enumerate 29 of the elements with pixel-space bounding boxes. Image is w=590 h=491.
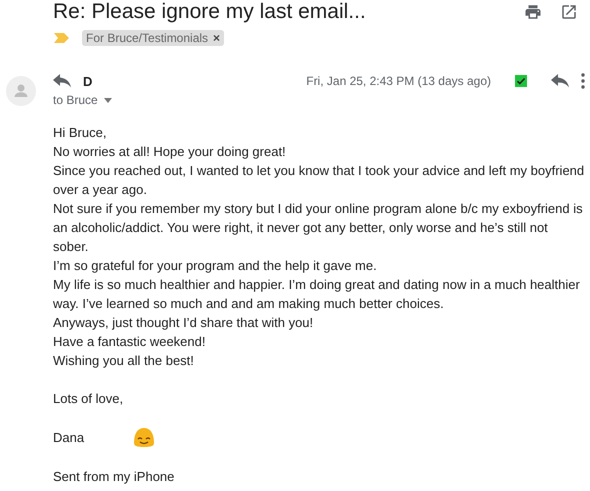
message-text: No worries at all! Hope your doing great! bbox=[53, 143, 287, 161]
message-text: I’m so grateful for your program and the help it gave me. bbox=[53, 257, 378, 275]
signature-name: Dana bbox=[53, 429, 84, 447]
importance-marker-icon[interactable] bbox=[54, 33, 70, 43]
remove-label-button[interactable]: × bbox=[213, 31, 220, 45]
email-subject: Re: Please ignore my last email... bbox=[53, 0, 367, 24]
sender-name: D bbox=[83, 74, 92, 88]
print-icon[interactable] bbox=[524, 3, 542, 21]
message-text: Wishing you all the best! bbox=[53, 352, 195, 370]
label-chip[interactable]: For Bruce/Testimonials × bbox=[82, 30, 224, 46]
message-text: Not sure if you remember my story but I did your online program alone b/c my exboyfriend is an alcoholic/addict. You were right, it never got any better, only worse and he’s still not sober. bbox=[53, 200, 584, 256]
message-text: My life is so much healthier and happier. I’m doing great and dating now in a much healthier way. I’ve learned so much and and am making much better choices. bbox=[53, 276, 581, 313]
label-text: For Bruce/Testimonials bbox=[86, 31, 208, 45]
message-text: Anyways, just thought I’d share that with you! bbox=[53, 314, 314, 332]
reply-button-icon[interactable] bbox=[551, 74, 569, 88]
caret-icon bbox=[104, 98, 112, 102]
recipient-dropdown[interactable]: to Bruce bbox=[53, 93, 112, 107]
message-date: Fri, Jan 25, 2:43 PM (13 days ago) bbox=[306, 74, 491, 88]
message-text: Sent from my iPhone bbox=[53, 468, 176, 486]
message-text: Have a fantastic weekend! bbox=[53, 333, 206, 351]
open-in-new-window-icon[interactable] bbox=[560, 3, 578, 21]
message-text: Since you reached out, I wanted to let you know that I took your advice and left my boyfriend over a year ago. bbox=[53, 162, 585, 199]
checkbox[interactable] bbox=[515, 75, 527, 87]
avatar-icon bbox=[6, 76, 36, 106]
message-text: Lots of love, bbox=[53, 390, 124, 408]
more-options-icon[interactable] bbox=[581, 73, 585, 89]
message-text: Hi Bruce, bbox=[53, 124, 108, 142]
smiling-emoji-icon bbox=[132, 427, 156, 448]
reply-icon bbox=[53, 74, 71, 88]
